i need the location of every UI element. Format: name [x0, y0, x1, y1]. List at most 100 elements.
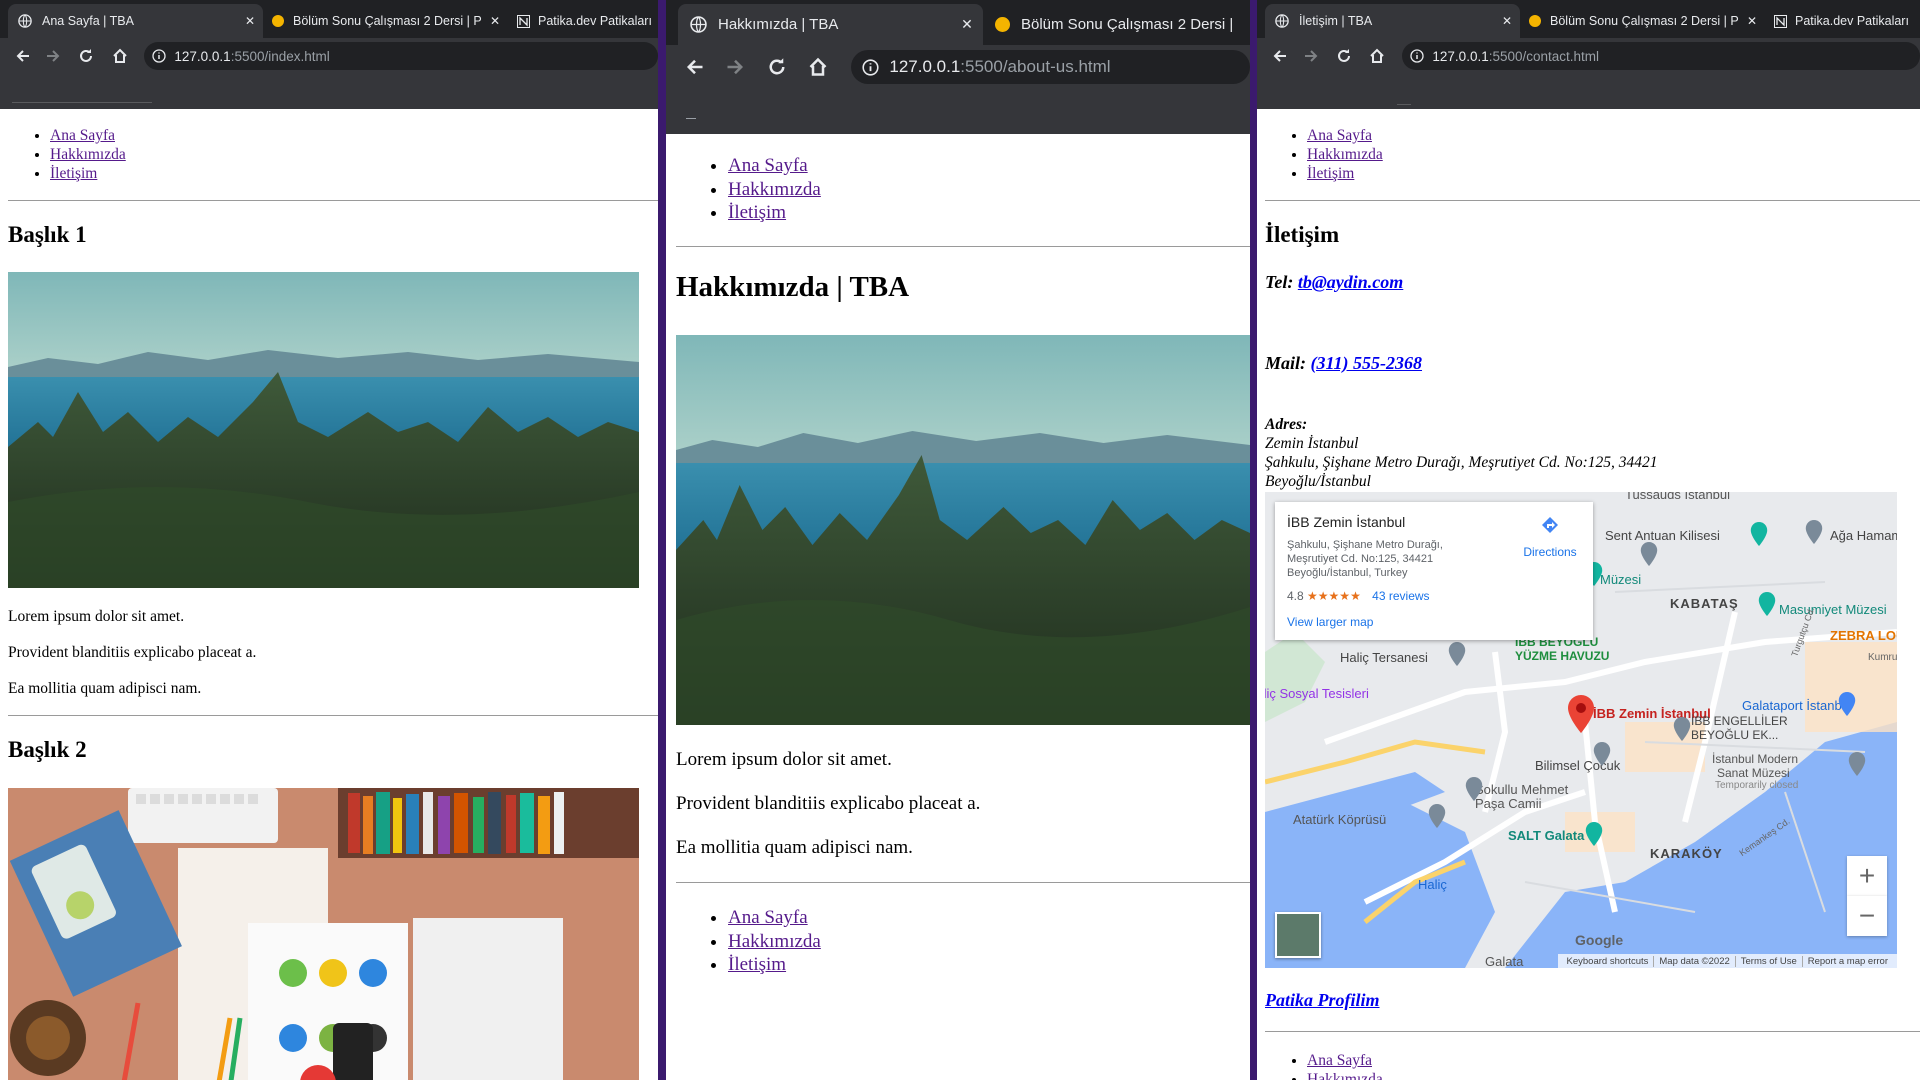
map-label: Müzesi — [1600, 572, 1642, 587]
tab-bolum-sonu[interactable]: Bölüm Sonu Çalışması 2 Dersi | P ✕ — [263, 4, 508, 38]
map-label: Galataport İstanbul — [1742, 698, 1852, 713]
bookmark-mark — [686, 118, 696, 119]
footer-link-home[interactable]: Ana Sayfa — [728, 907, 808, 928]
tab-bolum-sonu[interactable]: Bölüm Sonu Çalışması 2 Dersi | — [983, 4, 1243, 45]
info-icon[interactable] — [1402, 49, 1432, 63]
nav-link-home[interactable]: Ana Sayfa — [728, 155, 808, 176]
nav-link-about[interactable]: Hakkımızda — [728, 179, 821, 200]
nav-link-contact[interactable]: İletişim — [50, 165, 97, 182]
info-icon[interactable] — [851, 58, 889, 76]
map-label: Galata — [1485, 954, 1524, 968]
forward-icon[interactable] — [1295, 48, 1327, 64]
reload-icon[interactable] — [756, 57, 798, 77]
tab-title: İletişim | TBA — [1299, 14, 1373, 28]
back-icon[interactable] — [1265, 48, 1295, 64]
attribution-item[interactable]: Keyboard shortcuts — [1562, 956, 1654, 967]
address-bar[interactable]: 127.0.0.1:5500/contact.html — [1402, 42, 1920, 70]
nav-menu: Ana Sayfa Hakkımızda İletişim — [728, 154, 821, 225]
nav-item: İletişim — [50, 164, 126, 183]
books — [348, 792, 564, 854]
zoom-in-button[interactable]: + — [1847, 856, 1887, 896]
close-tab-icon[interactable]: ✕ — [482, 14, 508, 28]
nav-link-home[interactable]: Ana Sayfa — [50, 127, 115, 144]
dot-icon — [983, 17, 1021, 32]
view-larger-map-link[interactable]: View larger map — [1287, 615, 1373, 629]
map-label: Temporarily closed — [1715, 780, 1799, 791]
map-poi-icon — [1465, 777, 1483, 806]
nav-item: Ana Sayfa — [728, 154, 821, 178]
close-tab-icon[interactable]: ✕ — [1494, 14, 1520, 28]
info-icon[interactable] — [144, 49, 174, 63]
map-label: Tussauds İstanbul — [1625, 492, 1731, 502]
close-tab-icon[interactable]: ✕ — [1739, 14, 1765, 28]
nav-link-contact[interactable]: İletişim — [728, 202, 786, 223]
address-bar[interactable]: 127.0.0.1:5500/about-us.html — [851, 50, 1250, 84]
dot-icon — [263, 15, 293, 27]
tab-home[interactable]: Ana Sayfa | TBA ✕ — [8, 4, 263, 38]
nav-link-contact[interactable]: İletişim — [1307, 165, 1354, 182]
nav-item: İletişim — [728, 953, 821, 977]
paragraph: Ea mollitia quam adipisci nam. — [676, 837, 913, 858]
home-icon[interactable] — [103, 48, 137, 64]
tab-title: Patika.dev Patikaları — [538, 14, 652, 28]
page-content: Ana Sayfa Hakkımızda İletişim İletişim T… — [1257, 109, 1920, 1080]
tab-patika[interactable]: Patika.dev Patikaları — [1765, 4, 1920, 38]
divider — [676, 246, 1250, 247]
nav-link-about[interactable]: Hakkımızda — [50, 146, 126, 163]
home-icon[interactable] — [798, 57, 840, 77]
browser-toolbar: 127.0.0.1:5500/contact.html — [1257, 38, 1920, 74]
close-tab-icon[interactable]: ✕ — [237, 14, 263, 28]
close-tab-icon[interactable]: ✕ — [951, 16, 983, 33]
footer-link-about[interactable]: Hakkımızda — [1307, 1071, 1383, 1080]
browser-window-home: Ana Sayfa | TBA ✕ Bölüm Sonu Çalışması 2… — [0, 0, 658, 1080]
location-pin-icon[interactable] — [1568, 695, 1594, 738]
mail-label: Mail: — [1265, 353, 1307, 373]
tab-patika[interactable]: Patika.dev Patikaları — [508, 4, 658, 38]
reload-icon[interactable] — [1327, 48, 1361, 64]
tab-about[interactable]: Hakkımızda | TBA ✕ — [678, 4, 983, 45]
map-type-toggle[interactable] — [1275, 912, 1321, 958]
globe-icon — [678, 16, 718, 33]
footer-link-contact[interactable]: İletişim — [728, 954, 786, 975]
nav-link-about[interactable]: Hakkımızda — [1307, 146, 1383, 163]
divider — [8, 715, 658, 716]
nav-item: Ana Sayfa — [50, 126, 126, 145]
paragraph: Ea mollitia quam adipisci nam. — [8, 680, 202, 697]
attribution-item[interactable]: Terms of Use — [1734, 955, 1802, 967]
map-card-address-line: Meşrutiyet Cd. No:125, 34421 — [1287, 553, 1434, 565]
desk-image — [8, 788, 639, 1080]
nav-link-home[interactable]: Ana Sayfa — [1307, 127, 1372, 144]
directions-button[interactable]: Directions — [1515, 516, 1585, 561]
tab-title: Hakkımızda | TBA — [718, 16, 839, 33]
map-poi-icon — [1838, 692, 1856, 721]
attribution-item[interactable]: Report a map error — [1801, 955, 1893, 967]
map-label: SALT Galata — [1508, 828, 1585, 843]
back-icon[interactable] — [676, 57, 714, 77]
embedded-map[interactable]: Tussauds İstanbul Sent Antuan Kilisesi A… — [1265, 492, 1897, 968]
reviews-link[interactable]: 43 reviews — [1372, 589, 1429, 603]
tel-link[interactable]: tb@aydin.com — [1298, 272, 1403, 292]
tab-contact[interactable]: İletişim | TBA ✕ — [1265, 4, 1520, 38]
map-label: Haliç Tersanesi — [1340, 650, 1428, 665]
back-icon[interactable] — [8, 48, 38, 64]
directions-icon — [1515, 516, 1585, 543]
paragraph: Lorem ipsum dolor sit amet. — [676, 749, 892, 770]
browser-window-contact: İletişim | TBA ✕ Bölüm Sonu Çalışması 2 … — [1257, 0, 1920, 1080]
map-label: İstanbul Modern — [1712, 752, 1799, 766]
address-bar[interactable]: 127.0.0.1:5500/index.html — [144, 42, 658, 70]
footer-link-home[interactable]: Ana Sayfa — [1307, 1052, 1372, 1069]
reload-icon[interactable] — [69, 48, 103, 64]
tab-bolum-sonu[interactable]: Bölüm Sonu Çalışması 2 Dersi | P ✕ — [1520, 4, 1765, 38]
forward-icon[interactable] — [714, 57, 756, 77]
forward-icon[interactable] — [38, 48, 70, 64]
nav-item: İletişim — [1307, 164, 1383, 183]
zoom-out-button[interactable]: − — [1847, 896, 1887, 936]
profile-link[interactable]: Patika Profilim — [1265, 990, 1380, 1011]
map-label: Kumru — [1868, 652, 1897, 663]
mail-link[interactable]: (311) 555-2368 — [1311, 353, 1423, 373]
landscape-image — [676, 335, 1250, 725]
bookmarks-bar — [1257, 74, 1920, 109]
footer-link-about[interactable]: Hakkımızda — [728, 931, 821, 952]
paragraph: Lorem ipsum dolor sit amet. — [8, 608, 185, 625]
home-icon[interactable] — [1361, 48, 1395, 64]
